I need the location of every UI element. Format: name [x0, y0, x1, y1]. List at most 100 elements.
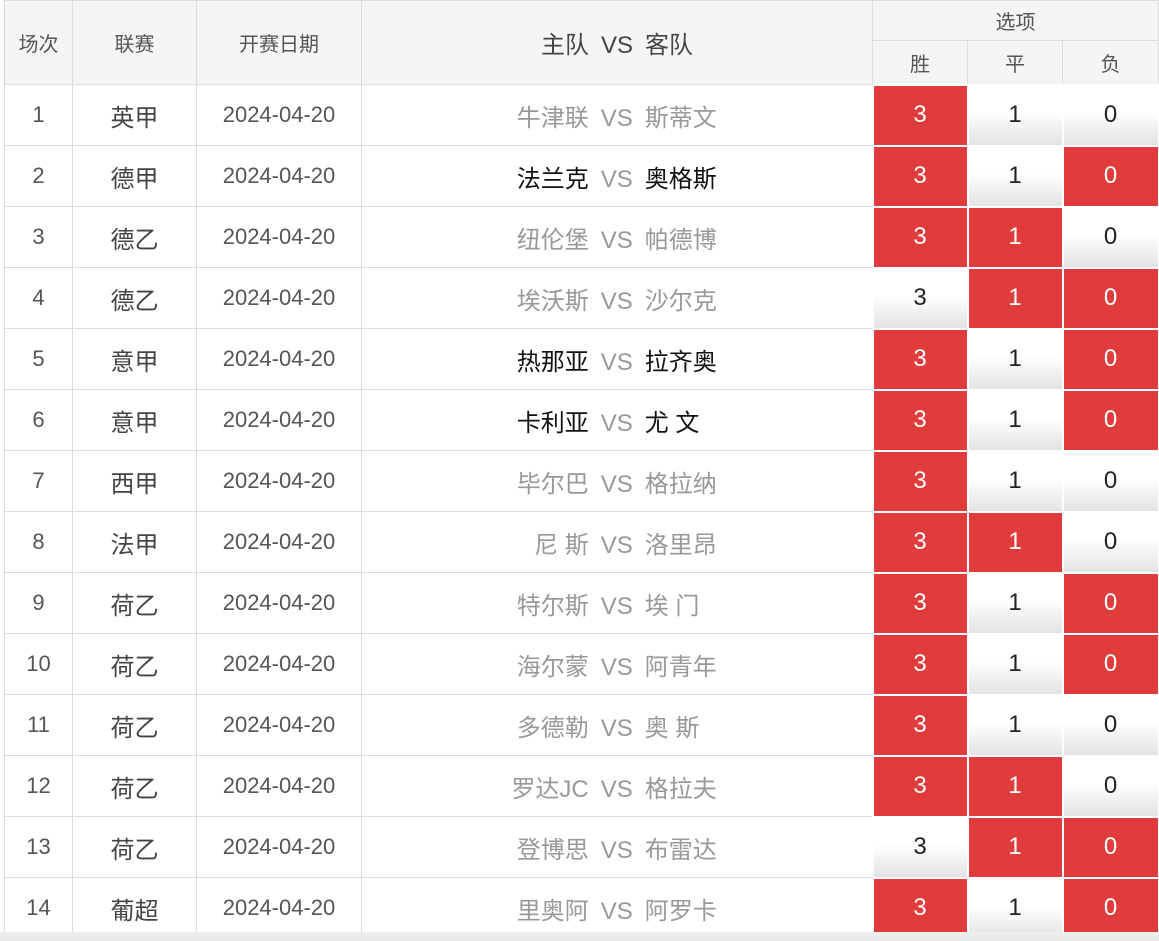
option-win-button[interactable]: 3 — [871, 571, 969, 635]
vs-label: VS — [600, 775, 633, 803]
vs-label: VS — [600, 531, 633, 559]
table-row: 3 德乙 2024-04-20 纽伦堡 VS 帕德博 3 1 0 — [4, 205, 1159, 269]
league-name: 意甲 — [72, 328, 197, 390]
vs-label: VS — [600, 714, 633, 742]
option-win-button[interactable]: 3 — [871, 693, 969, 757]
table-row: 1 英甲 2024-04-20 牛津联 VS 斯蒂文 3 1 0 — [4, 83, 1159, 147]
matchup-cell: 海尔蒙 VS 阿青年 — [361, 633, 873, 695]
option-draw-button[interactable]: 1 — [966, 388, 1064, 452]
matchup-cell: 法兰克 VS 奥格斯 — [361, 145, 873, 207]
home-team: 特尔斯 — [516, 592, 589, 620]
match-number: 11 — [4, 694, 73, 756]
match-date: 2024-04-20 — [196, 206, 362, 268]
home-team: 法兰克 — [516, 165, 589, 193]
option-win-button[interactable]: 3 — [871, 266, 969, 330]
option-draw-button[interactable]: 1 — [966, 83, 1064, 147]
table-row: 13 荷乙 2024-04-20 登博思 VS 布雷达 3 1 0 — [4, 815, 1159, 879]
option-draw-button[interactable]: 1 — [966, 510, 1064, 574]
matchup-cell: 多德勒 VS 奥 斯 — [361, 694, 873, 756]
option-lose-button[interactable]: 0 — [1061, 266, 1159, 330]
option-lose-button[interactable]: 0 — [1061, 510, 1159, 574]
table-row: 14 葡超 2024-04-20 里奥阿 VS 阿罗卡 3 1 0 — [4, 876, 1159, 940]
match-number: 10 — [4, 633, 73, 695]
option-lose-button[interactable]: 0 — [1061, 388, 1159, 452]
vs-label: VS — [600, 287, 633, 315]
option-win-button[interactable]: 3 — [871, 205, 969, 269]
option-lose-button[interactable]: 0 — [1061, 144, 1159, 208]
away-team: 阿罗卡 — [644, 897, 717, 925]
header-no: 场次 — [4, 0, 73, 85]
vs-label: VS — [600, 409, 633, 437]
option-lose-button[interactable]: 0 — [1061, 754, 1159, 818]
match-number: 6 — [4, 389, 73, 451]
match-date: 2024-04-20 — [196, 389, 362, 451]
option-win-button[interactable]: 3 — [871, 510, 969, 574]
match-number: 3 — [4, 206, 73, 268]
table-row: 8 法甲 2024-04-20 尼 斯 VS 洛里昂 3 1 0 — [4, 510, 1159, 574]
matchup-cell: 罗达JC VS 格拉夫 — [361, 755, 873, 817]
header-win: 胜 — [872, 40, 968, 85]
option-draw-button[interactable]: 1 — [966, 205, 1064, 269]
table-row: 9 荷乙 2024-04-20 特尔斯 VS 埃 门 310 — [4, 571, 1159, 635]
option-draw-button[interactable]: 1 — [966, 449, 1064, 513]
match-number: 1 — [4, 84, 73, 146]
vs-label: VS — [600, 470, 633, 498]
away-team: 奥 斯 — [644, 714, 700, 742]
match-date: 2024-04-20 — [196, 816, 362, 878]
option-win-button[interactable]: 3 — [871, 388, 969, 452]
option-win-button[interactable]: 3 — [871, 83, 969, 147]
league-name: 德乙 — [72, 206, 197, 268]
option-lose-button[interactable]: 0 — [1061, 693, 1159, 757]
option-win-button[interactable]: 3 — [871, 754, 969, 818]
option-draw-button[interactable]: 1 — [966, 327, 1064, 391]
option-lose-button[interactable]: 0 — [1061, 571, 1159, 635]
home-team: 埃沃斯 — [516, 287, 589, 315]
league-name: 英甲 — [72, 84, 197, 146]
option-lose-button[interactable]: 0 — [1061, 327, 1159, 391]
option-lose-button[interactable]: 0 — [1061, 815, 1159, 879]
option-lose-button[interactable]: 0 — [1061, 205, 1159, 269]
matchup-cell: 热那亚 VS 拉齐奥 — [361, 328, 873, 390]
match-date: 2024-04-20 — [196, 328, 362, 390]
table-row: 6 意甲 2024-04-20 卡利亚 VS 尤 文 310 — [4, 388, 1159, 452]
bottom-edge-shadow — [0, 932, 1159, 941]
option-lose-button[interactable]: 0 — [1061, 449, 1159, 513]
option-draw-button[interactable]: 1 — [966, 815, 1064, 879]
table-row: 7 西甲 2024-04-20 毕尔巴 VS 格拉纳 3 1 0 — [4, 449, 1159, 513]
match-number: 12 — [4, 755, 73, 817]
away-team: 尤 文 — [644, 409, 700, 437]
league-name: 葡超 — [72, 877, 197, 939]
matchup-cell: 登博思 VS 布雷达 — [361, 816, 873, 878]
vs-label: VS — [600, 897, 633, 925]
option-lose-button[interactable]: 0 — [1061, 876, 1159, 940]
league-name: 法甲 — [72, 511, 197, 573]
league-name: 意甲 — [72, 389, 197, 451]
vs-label: VS — [600, 104, 633, 132]
option-draw-button[interactable]: 1 — [966, 754, 1064, 818]
vs-label: VS — [600, 226, 633, 254]
option-draw-button[interactable]: 1 — [966, 693, 1064, 757]
table-row: 11 荷乙 2024-04-20 多德勒 VS 奥 斯 310 — [4, 693, 1159, 757]
away-team: 洛里昂 — [644, 531, 717, 559]
option-win-button[interactable]: 3 — [871, 327, 969, 391]
option-win-button[interactable]: 3 — [871, 449, 969, 513]
league-name: 荷乙 — [72, 572, 197, 634]
option-draw-button[interactable]: 1 — [966, 876, 1064, 940]
matchup-cell: 埃沃斯 VS 沙尔克 — [361, 267, 873, 329]
option-lose-button[interactable]: 0 — [1061, 83, 1159, 147]
option-draw-button[interactable]: 1 — [966, 144, 1064, 208]
option-win-button[interactable]: 3 — [871, 876, 969, 940]
option-win-button[interactable]: 3 — [871, 815, 969, 879]
option-win-button[interactable]: 3 — [871, 632, 969, 696]
option-draw-button[interactable]: 1 — [966, 266, 1064, 330]
option-lose-button[interactable]: 0 — [1061, 632, 1159, 696]
option-draw-button[interactable]: 1 — [966, 632, 1064, 696]
home-team: 纽伦堡 — [516, 226, 589, 254]
vs-label: VS — [600, 836, 633, 864]
home-team: 热那亚 — [516, 348, 589, 376]
option-draw-button[interactable]: 1 — [966, 571, 1064, 635]
option-win-button[interactable]: 3 — [871, 144, 969, 208]
match-number: 9 — [4, 572, 73, 634]
match-number: 8 — [4, 511, 73, 573]
away-team: 埃 门 — [644, 592, 700, 620]
